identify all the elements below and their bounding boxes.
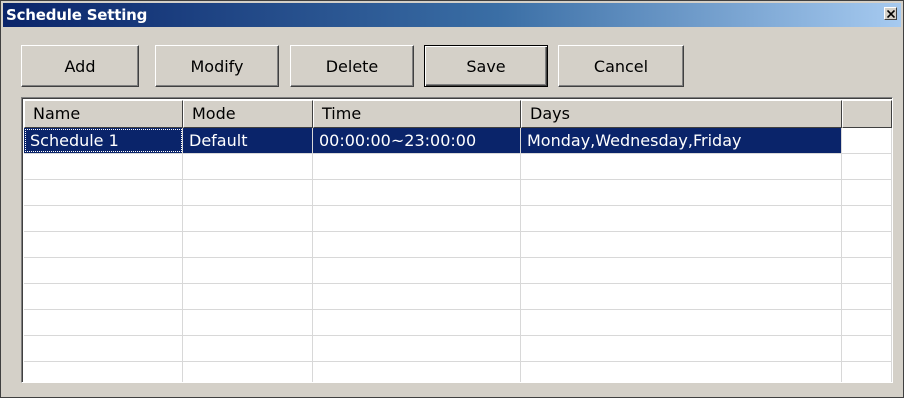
cell-blank: [842, 206, 892, 231]
cell-days: [521, 232, 842, 257]
close-button[interactable]: [884, 7, 897, 20]
cell-time: [313, 258, 521, 283]
cell-name: [24, 284, 183, 309]
cell-name: [24, 154, 183, 179]
cell-blank: [842, 310, 892, 335]
cell-blank: [842, 128, 892, 153]
schedule-table: Name Mode Time Days Schedule 1 Default 00:…: [21, 97, 893, 383]
cell-time: [313, 284, 521, 309]
cell-days: [521, 180, 842, 205]
cell-days: [521, 284, 842, 309]
cell-mode: [183, 154, 313, 179]
table-row[interactable]: [24, 258, 892, 284]
table-row[interactable]: Schedule 1 Default 00:00:00~23:00:00 Monday…: [24, 128, 892, 154]
table-body: Schedule 1 Default 00:00:00~23:00:00 Monday…: [24, 128, 892, 382]
cell-mode: Default: [183, 128, 313, 153]
table-row[interactable]: [24, 310, 892, 336]
window-title: Schedule Setting: [6, 6, 148, 24]
cell-name: [24, 310, 183, 335]
cell-mode: [183, 180, 313, 205]
save-button[interactable]: Save: [424, 45, 548, 87]
schedule-setting-window: Schedule Setting Add Modify Delete Save …: [0, 0, 904, 398]
cell-mode: [183, 310, 313, 335]
cell-time: [313, 336, 521, 361]
table-row[interactable]: [24, 336, 892, 362]
table-row[interactable]: [24, 180, 892, 206]
cell-time: 00:00:00~23:00:00: [313, 128, 521, 153]
table-row[interactable]: [24, 362, 892, 382]
cell-mode: [183, 232, 313, 257]
cell-mode: [183, 362, 313, 382]
cell-name: [24, 180, 183, 205]
cell-mode: [183, 336, 313, 361]
cell-name: [24, 362, 183, 382]
table-row[interactable]: [24, 154, 892, 180]
cell-blank: [842, 154, 892, 179]
cell-days: [521, 362, 842, 382]
cell-name: [24, 336, 183, 361]
close-icon: [887, 10, 895, 18]
cell-days: [521, 206, 842, 231]
modify-button[interactable]: Modify: [155, 45, 279, 87]
cell-time: [313, 206, 521, 231]
column-header-blank[interactable]: [842, 100, 892, 128]
cell-time: [313, 154, 521, 179]
cell-time: [313, 232, 521, 257]
cell-blank: [842, 362, 892, 382]
cell-days: [521, 310, 842, 335]
column-header-time[interactable]: Time: [313, 100, 521, 128]
cell-time: [313, 362, 521, 382]
cell-time: [313, 180, 521, 205]
cell-days: [521, 154, 842, 179]
cell-blank: [842, 336, 892, 361]
table-row[interactable]: [24, 206, 892, 232]
cell-blank: [842, 284, 892, 309]
cell-days: Monday,Wednesday,Friday: [521, 128, 842, 153]
cell-time: [313, 310, 521, 335]
table-header: Name Mode Time Days: [24, 100, 892, 128]
title-bar[interactable]: Schedule Setting: [3, 3, 901, 27]
column-header-mode[interactable]: Mode: [183, 100, 313, 128]
column-header-name[interactable]: Name: [24, 100, 183, 128]
cell-blank: [842, 232, 892, 257]
cell-days: [521, 258, 842, 283]
cell-name: [24, 258, 183, 283]
cell-blank: [842, 258, 892, 283]
cell-name: [24, 206, 183, 231]
cell-mode: [183, 284, 313, 309]
table-row[interactable]: [24, 284, 892, 310]
column-header-days[interactable]: Days: [521, 100, 842, 128]
cell-mode: [183, 258, 313, 283]
add-button[interactable]: Add: [21, 45, 139, 87]
delete-button[interactable]: Delete: [290, 45, 414, 87]
cell-mode: [183, 206, 313, 231]
cell-name: [24, 232, 183, 257]
cell-days: [521, 336, 842, 361]
cell-blank: [842, 180, 892, 205]
cell-name: Schedule 1: [24, 128, 183, 153]
cancel-button[interactable]: Cancel: [558, 45, 684, 87]
table-row[interactable]: [24, 232, 892, 258]
